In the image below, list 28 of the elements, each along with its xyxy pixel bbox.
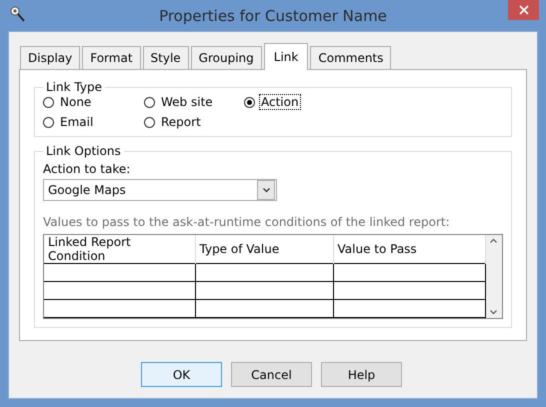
tab[interactable]: Display: [20, 46, 80, 69]
instruction-text: Values to pass to the ask-at-runtime conditions of the linked report:: [43, 215, 450, 229]
scroll-up-icon[interactable]: [490, 238, 498, 243]
dialog-button[interactable]: OK: [141, 362, 222, 387]
column-header: Value to Pass: [333, 235, 485, 264]
group-title: Link Type: [45, 80, 103, 94]
dialog-button[interactable]: Help: [321, 362, 402, 387]
window-title: Properties for Customer Name: [159, 6, 387, 24]
column-header: Linked Report Condition: [44, 235, 195, 264]
tab[interactable]: Comments: [310, 46, 392, 69]
tab[interactable]: Grouping: [190, 46, 262, 69]
chevron-down-icon: [262, 188, 270, 192]
tab[interactable]: Style: [142, 46, 189, 69]
group-title: Link Options: [45, 144, 122, 158]
dialog-button[interactable]: Cancel: [231, 362, 312, 387]
field-label: Action to take:: [43, 162, 130, 176]
radio-option[interactable]: None: [43, 94, 94, 110]
scroll-down-icon[interactable]: [490, 310, 498, 315]
column-header: Type of Value: [195, 235, 333, 264]
magnifier-icon: [10, 6, 26, 22]
action-dropdown[interactable]: Google Maps: [43, 179, 277, 201]
close-icon: [518, 5, 528, 15]
tab[interactable]: Link: [264, 43, 308, 70]
radio-option[interactable]: Email: [43, 114, 96, 130]
close-button[interactable]: [508, 0, 539, 20]
tab[interactable]: Format: [82, 46, 141, 69]
radio-option[interactable]: Report: [144, 114, 203, 130]
radio-option[interactable]: Web site: [144, 94, 215, 110]
